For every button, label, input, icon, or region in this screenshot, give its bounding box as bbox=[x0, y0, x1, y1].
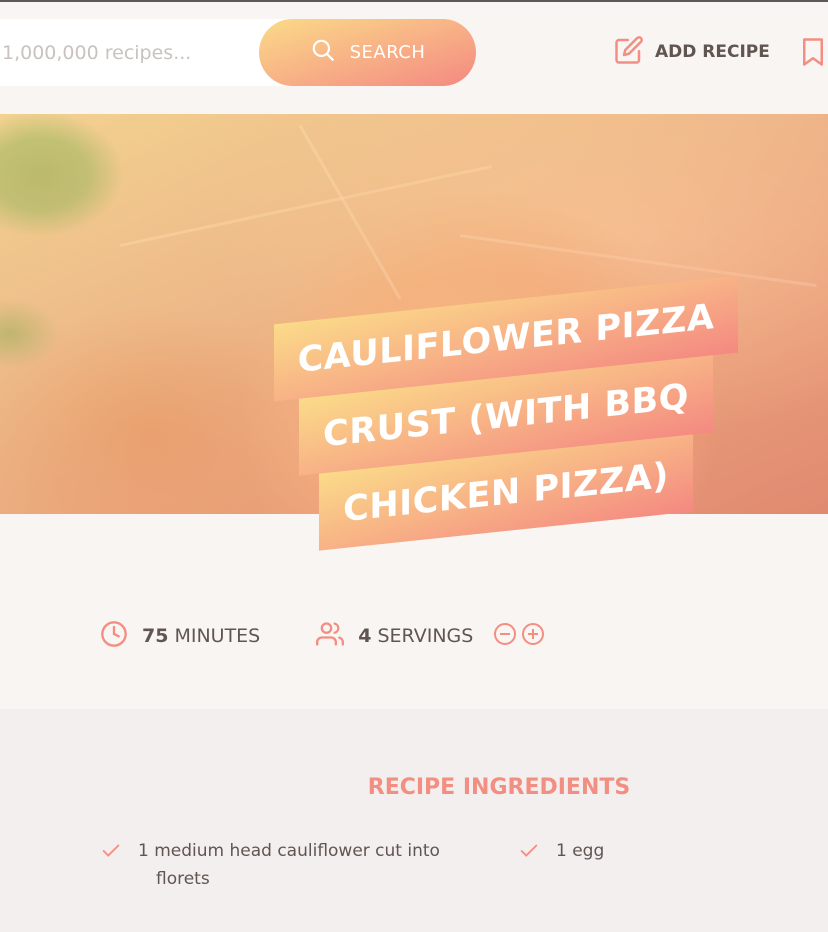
clock-icon bbox=[100, 620, 142, 653]
search-form: SEARCH bbox=[0, 19, 476, 86]
recipe-ingredients: RECIPE INGREDIENTS 1 medium head caulifl… bbox=[0, 709, 828, 932]
recipe-details: 75 MINUTES 4 SERVINGS bbox=[100, 620, 600, 652]
header: SEARCH ADD RECIPE bbox=[0, 2, 828, 114]
add-recipe-button[interactable]: ADD RECIPE bbox=[614, 35, 770, 70]
cooking-time-unit: MINUTES bbox=[174, 625, 261, 647]
search-button-label: SEARCH bbox=[349, 42, 426, 63]
ingredients-heading: RECIPE INGREDIENTS bbox=[367, 775, 631, 800]
ingredient-text: florets bbox=[156, 869, 210, 889]
check-icon bbox=[102, 844, 120, 857]
ingredient-item: 1 egg bbox=[518, 837, 604, 865]
increase-servings-button[interactable] bbox=[521, 622, 545, 651]
ingredient-item: 1 medium head cauliflower cut into flore… bbox=[100, 837, 440, 893]
servings: 4 SERVINGS bbox=[316, 620, 545, 653]
cooking-time: 75 MINUTES bbox=[100, 620, 260, 653]
decrease-servings-button[interactable] bbox=[493, 622, 517, 651]
ingredient-text: 1 medium head cauliflower cut into bbox=[138, 841, 440, 861]
check-icon bbox=[520, 844, 538, 857]
search-button[interactable]: SEARCH bbox=[259, 19, 476, 86]
servings-controls bbox=[493, 622, 545, 651]
minus-circle-icon bbox=[494, 622, 517, 645]
search-input[interactable] bbox=[0, 19, 300, 86]
servings-value: 4 bbox=[358, 625, 372, 647]
recipe-title: CAULIFLOWER PIZZA CRUST (WITH BBQ CHICKE… bbox=[266, 275, 746, 556]
ingredient-text: 1 egg bbox=[556, 841, 605, 861]
plus-circle-icon bbox=[522, 622, 545, 645]
search-icon bbox=[310, 37, 336, 68]
bookmark-icon bbox=[798, 38, 828, 72]
edit-icon bbox=[614, 35, 644, 70]
add-recipe-label: ADD RECIPE bbox=[655, 42, 770, 62]
bookmarks-button[interactable] bbox=[798, 36, 828, 68]
servings-unit: SERVINGS bbox=[377, 625, 474, 647]
users-icon bbox=[316, 620, 358, 653]
cooking-time-value: 75 bbox=[142, 625, 169, 647]
